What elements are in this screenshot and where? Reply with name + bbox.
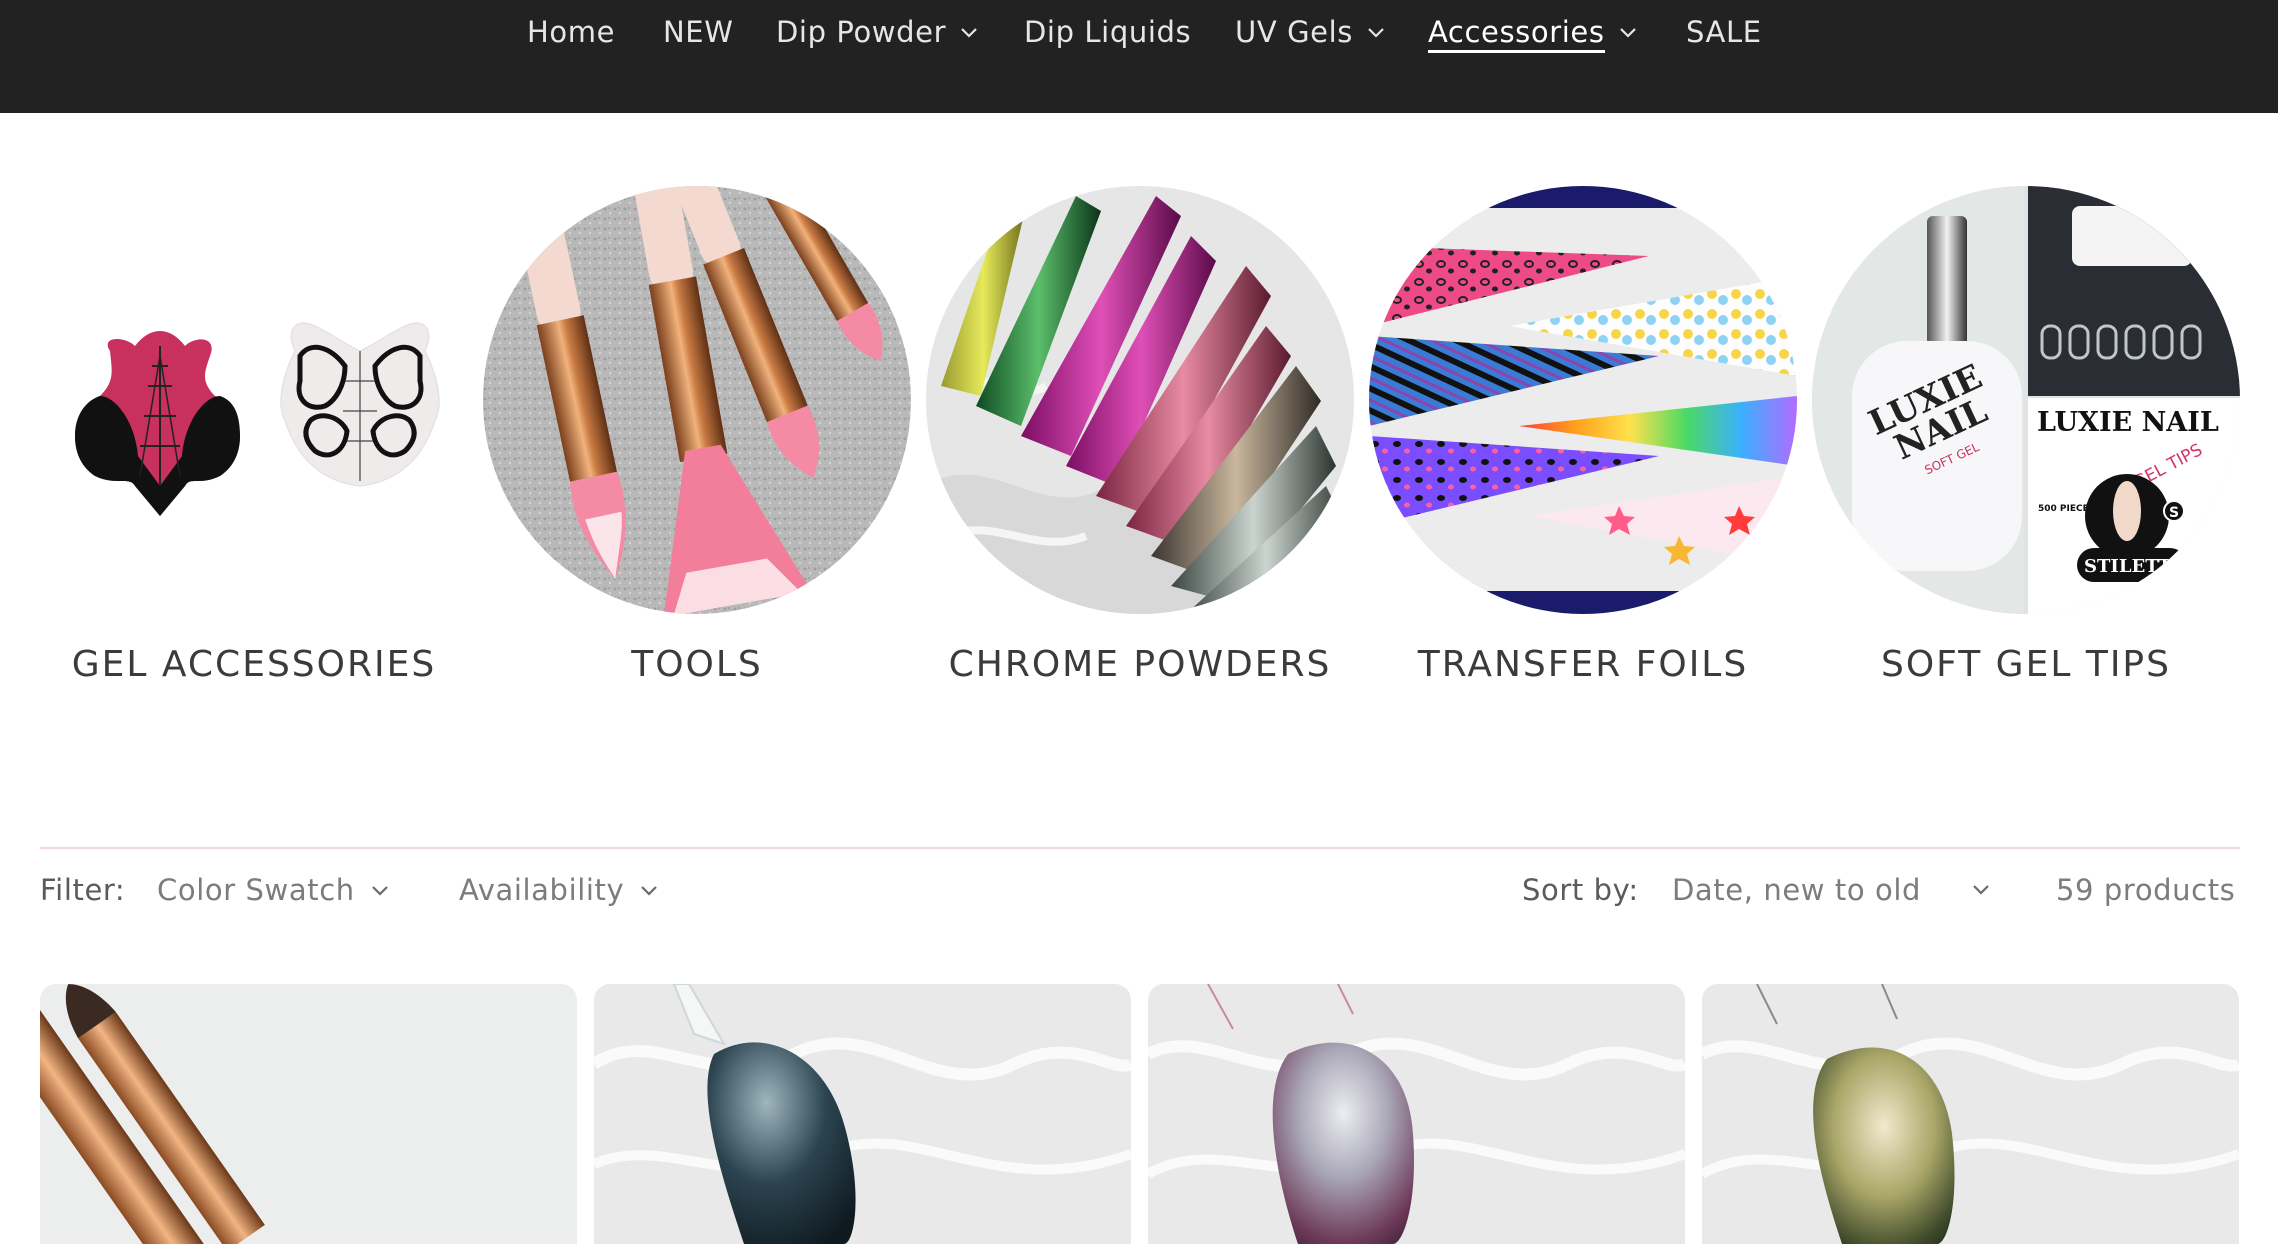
collection-image-transfer-foils [1369, 186, 1797, 614]
nav-new-label: NEW [663, 15, 734, 49]
product-image-chrome-tip-silver-purple [1148, 984, 1685, 1244]
chevron-down-icon [640, 885, 658, 896]
nav-item-dip-powder[interactable]: Dip Powder [776, 12, 978, 52]
collection-tools[interactable]: TOOLS [483, 186, 911, 685]
collection-title: GEL ACCESSORIES [71, 644, 437, 685]
filter-label: Filter: [40, 873, 126, 907]
sort-select[interactable]: Date, new to old [1672, 870, 1990, 910]
nav-home-label: Home [527, 15, 616, 49]
chevron-down-icon [960, 27, 978, 38]
collection-image-gel-accessories [40, 186, 468, 614]
filter-availability-label: Availability [459, 873, 625, 907]
collection-image-tools [483, 186, 911, 614]
nav-item-dip-liquids[interactable]: Dip Liquids [1024, 12, 1191, 52]
collection-gel-accessories[interactable]: GEL ACCESSORIES [40, 186, 468, 685]
box-pieces: 500 PIECES [2038, 504, 2095, 514]
top-navigation: Home NEW Dip Powder Dip Liquids UV Gels … [0, 0, 2278, 113]
chevron-down-icon [1619, 27, 1637, 38]
nav-uv-gels-label: UV Gels [1235, 15, 1353, 49]
collection-title: SOFT GEL TIPS [1880, 644, 2171, 685]
collection-image-chrome-powders [926, 186, 1354, 614]
nav-item-home[interactable]: Home [527, 12, 615, 52]
nav-item-new[interactable]: NEW [663, 12, 734, 52]
filter-availability[interactable]: Availability [459, 870, 658, 910]
box-title: LUXIE NAIL [2037, 407, 2219, 438]
collection-image-soft-gel-tips: LUXIE NAIL SOFT GEL LUXIE NAIL SOFT GEL … [1812, 186, 2240, 614]
filter-color-swatch-label: Color Swatch [157, 873, 355, 907]
main-menu: Home NEW Dip Powder Dip Liquids UV Gels … [0, 0, 2278, 62]
product-image-gold-brush [40, 984, 577, 1244]
divider [40, 847, 2240, 849]
product-card[interactable] [594, 984, 1131, 1244]
chevron-down-icon [1367, 27, 1385, 38]
nav-accessories-label: Accessories [1428, 15, 1605, 53]
collection-title: TRANSFER FOILS [1417, 644, 1749, 685]
product-card[interactable] [1702, 984, 2239, 1244]
nav-item-accessories[interactable]: Accessories [1428, 12, 1637, 53]
nav-dip-powder-label: Dip Powder [776, 15, 947, 49]
chevron-down-icon [1972, 884, 1990, 895]
product-card[interactable] [1148, 984, 1685, 1244]
box-shape: STILETT [2084, 556, 2172, 577]
nav-item-uv-gels[interactable]: UV Gels [1235, 12, 1385, 52]
product-image-chrome-tip-gold-green [1702, 984, 2239, 1244]
collection-chrome-powders[interactable]: CHROME POWDERS [926, 186, 1354, 685]
sort-selected-value: Date, new to old [1672, 873, 1922, 907]
filter-color-swatch[interactable]: Color Swatch [157, 870, 389, 910]
nav-sale-label: SALE [1686, 15, 1762, 49]
nav-item-sale[interactable]: SALE [1686, 12, 1762, 52]
sort-label: Sort by: [1522, 873, 1639, 907]
collection-title: TOOLS [631, 644, 763, 685]
box-size: S [2169, 505, 2179, 521]
collection-soft-gel-tips[interactable]: LUXIE NAIL SOFT GEL LUXIE NAIL SOFT GEL … [1812, 186, 2240, 685]
collection-title: CHROME POWDERS [948, 644, 1332, 685]
product-image-chrome-tip-dark-teal [594, 984, 1131, 1244]
chevron-down-icon [371, 885, 389, 896]
product-count: 59 products [2056, 873, 2236, 907]
collection-transfer-foils[interactable]: TRANSFER FOILS [1369, 186, 1797, 685]
nav-dip-liquids-label: Dip Liquids [1024, 15, 1192, 49]
product-card[interactable] [40, 984, 577, 1244]
